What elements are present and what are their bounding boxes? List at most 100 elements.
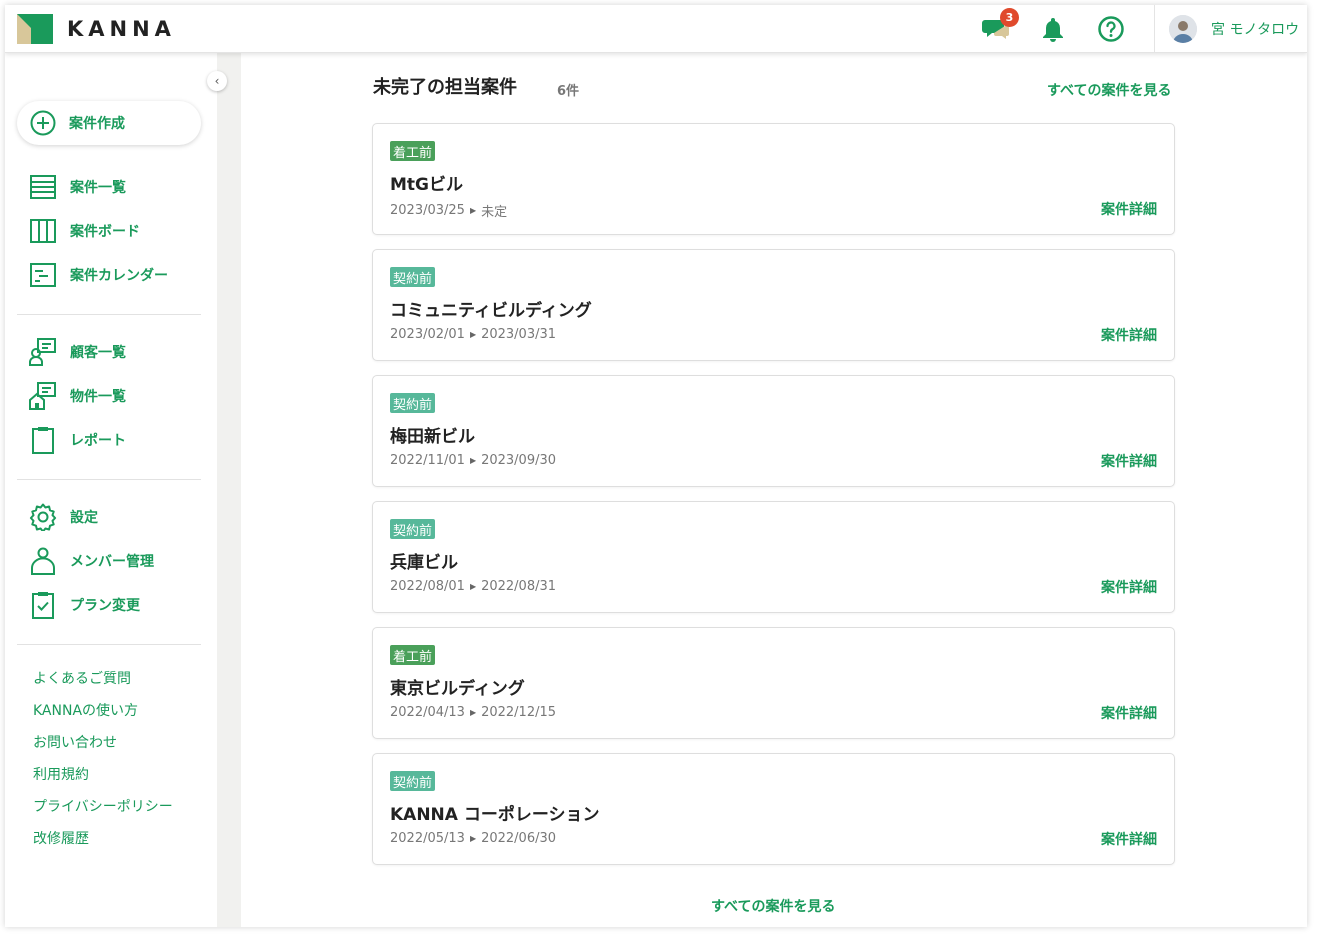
status-badge: 契約前 (390, 771, 436, 791)
kanna-logo-icon (17, 14, 53, 44)
sidebar-item-reports[interactable]: レポート (29, 425, 126, 455)
start-date: 2023/03/25 (390, 203, 465, 218)
sidebar-item-label: 案件カレンダー (70, 268, 168, 284)
sidebar-item-label: メンバー管理 (70, 554, 154, 570)
create-project-button[interactable]: 案件作成 (17, 101, 201, 145)
page-title: 未完了の担当案件 (373, 77, 517, 98)
top-header: KANNA 3 宮 モノタロウ (5, 5, 1307, 53)
sidebar-item-settings[interactable]: 設定 (29, 502, 98, 532)
project-name: 梅田新ビル (390, 427, 475, 447)
project-dates: 2022/08/01 ▶ 2022/08/31 (390, 579, 556, 594)
sidebar-item-label: 顧客一覧 (70, 345, 126, 361)
link-privacy-policy[interactable]: プライバシーポリシー (33, 796, 173, 816)
project-card[interactable]: 契約前 兵庫ビル 2022/08/01 ▶ 2022/08/31 案件詳細 (372, 501, 1175, 613)
arrow-right-icon: ▶ (469, 708, 477, 717)
collapse-sidebar-button[interactable]: ‹ (207, 71, 227, 91)
start-date: 2022/05/13 (390, 831, 465, 846)
status-badge: 着工前 (390, 645, 436, 665)
sidebar-item-properties[interactable]: 物件一覧 (29, 381, 126, 411)
board-icon (29, 217, 57, 245)
plus-circle-icon (30, 110, 56, 136)
project-card[interactable]: 契約前 コミュニティビルディング 2023/02/01 ▶ 2023/03/31… (372, 249, 1175, 361)
project-detail-link[interactable]: 案件詳細 (1101, 829, 1157, 849)
clipboard-icon (29, 426, 57, 454)
end-date: 2022/08/31 (481, 579, 557, 594)
start-date: 2023/02/01 (390, 327, 465, 342)
app-window: KANNA 3 宮 モノタロウ 案件作成 案件一覧 案件ボード 案件カレンダー … (5, 5, 1307, 927)
arrow-right-icon: ▶ (469, 206, 477, 215)
list-icon (29, 173, 57, 201)
link-changelog[interactable]: 改修履歴 (33, 828, 89, 848)
main-content: 未完了の担当案件 6件 すべての案件を見る 着工前 MtGビル 2023/03/… (241, 53, 1307, 927)
project-detail-link[interactable]: 案件詳細 (1101, 325, 1157, 345)
link-how-to-use[interactable]: KANNAの使い方 (33, 700, 138, 720)
project-dates: 2022/05/13 ▶ 2022/06/30 (390, 831, 556, 846)
clipboard-check-icon (29, 591, 57, 619)
sidebar-item-label: 物件一覧 (70, 389, 126, 405)
logo[interactable]: KANNA (17, 14, 176, 44)
start-date: 2022/08/01 (390, 579, 465, 594)
sidebar-item-label: 設定 (70, 510, 98, 526)
sidebar-item-plan-change[interactable]: プラン変更 (29, 590, 140, 620)
project-card[interactable]: 契約前 梅田新ビル 2022/11/01 ▶ 2023/09/30 案件詳細 (372, 375, 1175, 487)
project-dates: 2022/04/13 ▶ 2022/12/15 (390, 705, 556, 720)
sidebar-item-project-board[interactable]: 案件ボード (29, 216, 140, 246)
sidebar-item-project-list[interactable]: 案件一覧 (29, 172, 126, 202)
arrow-right-icon: ▶ (469, 456, 477, 465)
link-contact[interactable]: お問い合わせ (33, 732, 117, 752)
sidebar-divider (17, 644, 201, 645)
person-icon (29, 547, 57, 575)
project-card[interactable]: 契約前 KANNA コーポレーション 2022/05/13 ▶ 2022/06/… (372, 753, 1175, 865)
project-card[interactable]: 着工前 東京ビルディング 2022/04/13 ▶ 2022/12/15 案件詳… (372, 627, 1175, 739)
arrow-right-icon: ▶ (469, 834, 477, 843)
sidebar-gutter (217, 53, 241, 927)
sidebar-item-label: 案件一覧 (70, 180, 126, 196)
sidebar-item-members[interactable]: メンバー管理 (29, 546, 154, 576)
project-dates: 2022/11/01 ▶ 2023/09/30 (390, 453, 556, 468)
status-badge: 契約前 (390, 393, 436, 413)
create-project-label: 案件作成 (69, 116, 125, 132)
project-name: KANNA コーポレーション (390, 805, 600, 825)
chevron-left-icon: ‹ (214, 74, 220, 88)
sidebar-item-project-calendar[interactable]: 案件カレンダー (29, 260, 168, 290)
arrow-right-icon: ▶ (469, 582, 477, 591)
property-icon (29, 382, 57, 410)
see-all-projects-link-bottom[interactable]: すべての案件を見る (711, 896, 835, 916)
sidebar: 案件作成 案件一覧 案件ボード 案件カレンダー 顧客一覧 物件一覧 レポート 設… (5, 53, 217, 927)
sidebar-item-label: レポート (70, 433, 126, 449)
project-detail-link[interactable]: 案件詳細 (1101, 577, 1157, 597)
project-detail-link[interactable]: 案件詳細 (1101, 451, 1157, 471)
end-date: 2022/06/30 (481, 831, 557, 846)
end-date: 2023/03/31 (481, 327, 557, 342)
help-icon (1098, 16, 1124, 42)
link-terms[interactable]: 利用規約 (33, 764, 89, 784)
help-button[interactable] (1096, 14, 1126, 44)
project-card[interactable]: 着工前 MtGビル 2023/03/25 ▶ 未定 案件詳細 (372, 123, 1175, 235)
project-name: MtGビル (390, 175, 463, 195)
start-date: 2022/11/01 (390, 453, 465, 468)
gear-icon (29, 503, 57, 531)
project-dates: 2023/02/01 ▶ 2023/03/31 (390, 327, 556, 342)
project-name: コミュニティビルディング (390, 301, 592, 321)
status-badge: 着工前 (390, 141, 436, 161)
logo-text: KANNA (67, 17, 176, 41)
link-faq[interactable]: よくあるご質問 (33, 668, 131, 688)
project-dates: 2023/03/25 ▶ 未定 (390, 201, 507, 220)
see-all-projects-link[interactable]: すべての案件を見る (1047, 80, 1171, 100)
arrow-right-icon: ▶ (469, 330, 477, 339)
start-date: 2022/04/13 (390, 705, 465, 720)
avatar (1169, 15, 1197, 43)
notifications-button[interactable] (1038, 14, 1068, 44)
status-badge: 契約前 (390, 519, 436, 539)
chat-button[interactable]: 3 (981, 8, 1019, 44)
status-badge: 契約前 (390, 267, 436, 287)
end-date: 未定 (481, 205, 508, 220)
sidebar-divider (17, 479, 201, 480)
user-menu[interactable]: 宮 モノタロウ (1169, 15, 1299, 43)
sidebar-item-label: プラン変更 (70, 598, 140, 614)
sidebar-item-customers[interactable]: 顧客一覧 (29, 337, 126, 367)
project-detail-link[interactable]: 案件詳細 (1101, 199, 1157, 219)
bell-icon (1043, 18, 1063, 42)
customer-icon (29, 338, 57, 366)
project-detail-link[interactable]: 案件詳細 (1101, 703, 1157, 723)
